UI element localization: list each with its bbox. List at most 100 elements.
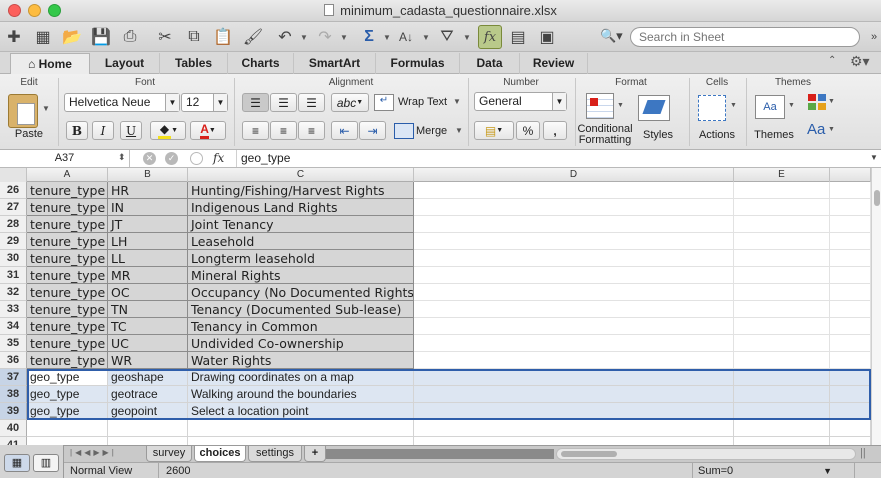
insert-function-icon[interactable]: fx: [213, 151, 224, 165]
autosum-menu-chevron-icon[interactable]: ▼: [381, 25, 393, 49]
search-input[interactable]: [639, 30, 849, 44]
cell-e[interactable]: [734, 352, 830, 369]
tab-formulas[interactable]: Formulas: [376, 53, 460, 74]
decrease-indent-icon[interactable]: ⇤: [331, 121, 358, 140]
italic-button[interactable]: I: [92, 121, 114, 140]
cell-a[interactable]: tenure_type: [27, 352, 108, 369]
cell-f[interactable]: [830, 437, 871, 445]
row-header[interactable]: 31: [0, 267, 27, 284]
cancel-edit-icon[interactable]: ✕: [143, 152, 156, 165]
row-header[interactable]: 35: [0, 335, 27, 352]
themes-icon[interactable]: Aa: [755, 95, 785, 119]
tab-layout[interactable]: Layout: [90, 53, 160, 74]
comma-style-button[interactable]: ,: [543, 121, 567, 140]
column-header-c[interactable]: C: [188, 168, 414, 182]
cell-a[interactable]: tenure_type: [27, 233, 108, 250]
cell-c[interactable]: Occupancy (No Documented Rights): [188, 284, 414, 301]
toolbox-icon[interactable]: ▣: [535, 25, 559, 49]
cell-e[interactable]: [734, 301, 830, 318]
cut-icon[interactable]: ✂: [153, 25, 177, 49]
wrap-text-icon[interactable]: ↵: [374, 94, 394, 111]
wrap-text-button[interactable]: Wrap Text: [398, 96, 454, 108]
cell-f[interactable]: [830, 301, 871, 318]
name-box-stepper-icon[interactable]: ⬍: [118, 152, 126, 163]
cell-b[interactable]: UC: [108, 335, 188, 352]
cell-f[interactable]: [830, 233, 871, 250]
cell-c[interactable]: [188, 437, 414, 445]
cell-f[interactable]: [830, 318, 871, 335]
column-header-b[interactable]: B: [108, 168, 188, 182]
cell-d[interactable]: [414, 352, 734, 369]
cell-c[interactable]: Water Rights: [188, 352, 414, 369]
tab-review[interactable]: Review: [520, 53, 588, 74]
cell-c[interactable]: Joint Tenancy: [188, 216, 414, 233]
styles-label[interactable]: Styles: [640, 129, 676, 141]
row-header[interactable]: 39: [0, 403, 27, 420]
cell-a[interactable]: [27, 420, 108, 437]
formula-content[interactable]: geo_type: [236, 150, 866, 167]
cell-d[interactable]: [414, 199, 734, 216]
cell-a[interactable]: tenure_type: [27, 335, 108, 352]
cell-c[interactable]: [188, 420, 414, 437]
undo-icon[interactable]: ↶: [273, 25, 297, 49]
column-header-f[interactable]: [830, 168, 871, 182]
merge-button[interactable]: Merge: [416, 125, 456, 137]
sort-menu-chevron-icon[interactable]: ▼: [420, 25, 432, 49]
copy-icon[interactable]: ⧉: [182, 25, 206, 49]
cell-b[interactable]: [108, 420, 188, 437]
name-box[interactable]: A37: [0, 150, 130, 167]
row-header[interactable]: 34: [0, 318, 27, 335]
normal-view-icon[interactable]: ▦: [4, 454, 30, 472]
cell-f[interactable]: [830, 335, 871, 352]
cell-f[interactable]: [830, 420, 871, 437]
font-size-dropdown[interactable]: 12 ▼: [181, 93, 228, 112]
number-format-dropdown[interactable]: General ▼: [474, 92, 567, 111]
cell-b[interactable]: OC: [108, 284, 188, 301]
cell-b[interactable]: [108, 437, 188, 445]
align-bottom-icon[interactable]: ☰: [298, 93, 325, 112]
tab-home[interactable]: ⌂ Home: [10, 53, 90, 75]
chevron-down-icon[interactable]: ▼: [788, 102, 795, 109]
row-header[interactable]: 40: [0, 420, 27, 437]
actions-label[interactable]: Actions: [694, 129, 740, 141]
cell-a[interactable]: tenure_type: [27, 182, 108, 199]
column-header-d[interactable]: D: [414, 168, 734, 182]
theme-fonts-icon[interactable]: Aa: [807, 121, 825, 138]
redo-icon[interactable]: ↷: [313, 25, 337, 49]
search-icon[interactable]: 🔍▾: [600, 28, 626, 46]
cell-d[interactable]: [414, 216, 734, 233]
tab-charts[interactable]: Charts: [228, 53, 294, 74]
sheet-tab-survey[interactable]: survey: [146, 446, 192, 462]
tab-data[interactable]: Data: [460, 53, 520, 74]
paste-label[interactable]: Paste: [4, 128, 54, 140]
horizontal-scroll-thumb[interactable]: [561, 451, 617, 457]
chevron-down-icon[interactable]: ▼: [730, 102, 737, 109]
row-header[interactable]: 28: [0, 216, 27, 233]
cell-e[interactable]: [734, 267, 830, 284]
cell-d[interactable]: [414, 437, 734, 445]
confirm-edit-icon[interactable]: ✓: [165, 152, 178, 165]
bold-button[interactable]: B: [66, 121, 88, 140]
cell-a[interactable]: tenure_type: [27, 216, 108, 233]
cell-a[interactable]: tenure_type: [27, 250, 108, 267]
cell-d[interactable]: [414, 267, 734, 284]
row-header[interactable]: 27: [0, 199, 27, 216]
cell-e[interactable]: [734, 318, 830, 335]
paste-clipboard-icon[interactable]: [8, 94, 38, 128]
theme-colors-icon[interactable]: [808, 94, 828, 112]
row-header[interactable]: 36: [0, 352, 27, 369]
select-all-corner[interactable]: [0, 168, 27, 182]
print-icon[interactable]: ⎙: [118, 25, 142, 49]
paste-menu-chevron-icon[interactable]: ▼: [42, 104, 50, 113]
horizontal-scrollbar[interactable]: [556, 448, 856, 460]
cell-c[interactable]: Mineral Rights: [188, 267, 414, 284]
ribbon-settings-gear-icon[interactable]: ⚙▾: [850, 53, 870, 70]
align-left-icon[interactable]: ≡: [242, 121, 269, 140]
cell-b[interactable]: MR: [108, 267, 188, 284]
cell-f[interactable]: [830, 284, 871, 301]
column-header-a[interactable]: A: [27, 168, 108, 182]
cell-d[interactable]: [414, 335, 734, 352]
cell-c[interactable]: Hunting/Fishing/Harvest Rights: [188, 182, 414, 199]
chevron-down-icon[interactable]: ▼: [828, 126, 835, 133]
themes-label[interactable]: Themes: [752, 129, 796, 141]
